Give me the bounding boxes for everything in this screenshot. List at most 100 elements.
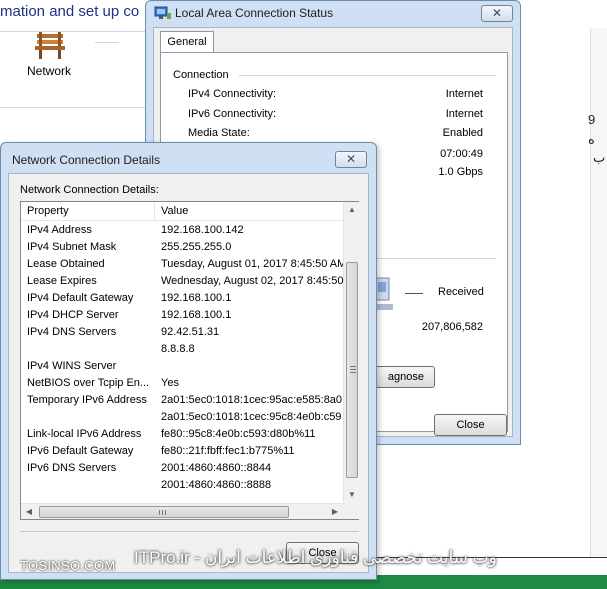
list-item[interactable]: NetBIOS over Tcpip En... Yes	[21, 375, 343, 392]
right-panel-edge	[590, 28, 607, 558]
column-header-value[interactable]: Value	[161, 205, 188, 217]
list-item[interactable]: IPv4 WINS Server	[21, 358, 343, 375]
details-caption: Network Connection Details:	[20, 184, 159, 196]
property-cell: Lease Expires	[27, 275, 97, 287]
grip-line	[159, 510, 160, 515]
list-item[interactable]: Temporary IPv6 Address 2a01:5ec0:1018:1ce…	[21, 392, 343, 409]
diagnose-button[interactable]: agnose	[367, 366, 435, 388]
grip-line	[350, 366, 356, 367]
heading-divider	[0, 31, 155, 32]
grip-line	[350, 369, 356, 370]
value-cell: Wednesday, August 02, 2017 8:45:50	[161, 275, 343, 287]
value-cell: 192.168.100.142	[161, 224, 244, 236]
list-item[interactable]: IPv4 DHCP Server 192.168.100.1	[21, 307, 343, 324]
close-icon: ✕	[345, 152, 357, 166]
duration-value: 07:00:49	[440, 148, 483, 160]
vertical-scrollbar[interactable]: ▲ ▼	[343, 202, 359, 503]
network-bench-icon[interactable]	[33, 30, 67, 60]
value-cell: 8.8.8.8	[161, 343, 195, 355]
value-cell: 255.255.255.0	[161, 241, 232, 253]
list-item[interactable]: IPv4 Subnet Mask 255.255.255.0	[21, 239, 343, 256]
scrollbar-corner	[343, 503, 359, 519]
watermark-itpro: ITPro.ir - وب سایت تخصصی فناوری اطلاعات …	[134, 548, 497, 567]
list-item[interactable]: IPv4 Default Gateway 192.168.100.1	[21, 290, 343, 307]
watermark-tosinso: TOSINSO.COM	[20, 558, 116, 573]
right-text-fragment-1: 9	[588, 112, 596, 127]
property-cell: Link-local IPv6 Address	[27, 428, 142, 440]
property-cell: Lease Obtained	[27, 258, 105, 270]
control-panel-heading: mation and set up co	[0, 3, 140, 20]
value-cell: 2001:4860:4860::8888	[161, 479, 272, 491]
ipv4-connectivity-value: Internet	[445, 88, 483, 100]
property-cell: NetBIOS over Tcpip En...	[27, 377, 150, 389]
property-cell: IPv4 DHCP Server	[27, 309, 119, 321]
status-close-button[interactable]: Close	[434, 414, 507, 436]
details-list-view[interactable]: Property Value IPv4 Address 192.168.100.1…	[20, 201, 359, 520]
value-cell: 192.168.100.1	[161, 309, 232, 321]
value-cell: fe80::95c8:4e0b:c593:d80b%11	[161, 428, 316, 440]
scroll-down-arrow-icon[interactable]: ▼	[344, 487, 360, 503]
details-close-x-button[interactable]: ✕	[335, 151, 367, 168]
ipv4-connectivity-key: IPv4 Connectivity:	[188, 88, 277, 100]
status-title-bar[interactable]: Local Area Connection Status ✕	[146, 1, 520, 27]
value-cell: fe80::21f:fbff:fec1:b775%11	[161, 445, 295, 457]
media-state-value: Enabled	[442, 127, 483, 139]
list-item[interactable]: IPv4 DNS Servers 92.42.51.31	[21, 324, 343, 341]
value-cell: Tuesday, August 01, 2017 8:45:50 AM	[161, 258, 343, 270]
ipv6-connectivity-key: IPv6 Connectivity:	[188, 108, 277, 120]
close-icon: ✕	[491, 6, 503, 20]
list-item[interactable]: Link-local IPv6 Address fe80::95c8:4e0b:c…	[21, 426, 343, 443]
vertical-scroll-thumb[interactable]	[346, 262, 358, 478]
network-connection-details-window: Network Connection Details ✕ Network Con…	[0, 142, 377, 580]
status-window-title: Local Area Connection Status	[175, 6, 334, 20]
section-divider	[0, 107, 150, 108]
media-state-key: Media State:	[188, 127, 250, 139]
list-item[interactable]: IPv6 Default Gateway fe80::21f:fbff:fec1:…	[21, 443, 343, 460]
list-header: Property Value	[21, 202, 343, 221]
scroll-left-arrow-icon[interactable]: ◀	[21, 504, 37, 520]
value-cell: 192.168.100.1	[161, 292, 232, 304]
property-cell: Temporary IPv6 Address	[27, 394, 147, 406]
value-cell: 2a01:5ec0:1018:1cec:95ac:e585:8a0	[161, 394, 343, 406]
list-item[interactable]: 2a01:5ec0:1018:1cec:95c8:4e0b:c59	[21, 409, 343, 426]
scroll-up-arrow-icon[interactable]: ▲	[344, 202, 360, 218]
property-cell: IPv4 Address	[27, 224, 92, 236]
tab-general[interactable]: General	[160, 31, 214, 53]
property-cell: IPv6 DNS Servers	[27, 462, 117, 474]
list-item[interactable]: IPv6 DNS Servers 2001:4860:4860::8844	[21, 460, 343, 477]
network-label[interactable]: Network	[27, 64, 71, 78]
grip-line	[165, 510, 166, 515]
activity-computer-icon	[375, 277, 393, 310]
details-window-title: Network Connection Details	[12, 153, 161, 167]
property-cell: IPv4 DNS Servers	[27, 326, 117, 338]
property-cell: IPv4 Default Gateway	[27, 292, 134, 304]
list-item[interactable]: 2001:4860:4860::8888	[21, 477, 343, 494]
property-cell: IPv6 Default Gateway	[27, 445, 134, 457]
connection-group-rule	[239, 75, 496, 76]
speed-value: 1.0 Gbps	[438, 166, 483, 178]
right-text-fragment-2: ه	[588, 132, 595, 147]
list-item[interactable]: Lease Obtained Tuesday, August 01, 2017 8…	[21, 256, 343, 273]
column-header-property[interactable]: Property	[27, 205, 69, 217]
list-item[interactable]: IPv4 Address 192.168.100.142	[21, 222, 343, 239]
grip-line	[350, 372, 356, 373]
details-footer-divider	[20, 531, 359, 532]
received-label: Received	[438, 286, 484, 298]
property-cell: IPv4 Subnet Mask	[27, 241, 117, 253]
status-close-x-button[interactable]: ✕	[481, 5, 513, 22]
scroll-right-arrow-icon[interactable]: ▶	[327, 504, 343, 520]
horizontal-scroll-thumb[interactable]	[39, 506, 289, 518]
network-adapter-icon	[154, 6, 171, 19]
list-item[interactable]: Lease Expires Wednesday, August 02, 2017 …	[21, 273, 343, 290]
received-dash	[405, 293, 423, 294]
value-cell: 2a01:5ec0:1018:1cec:95c8:4e0b:c59	[161, 411, 342, 423]
network-connector-line	[95, 42, 119, 43]
value-cell: Yes	[161, 377, 179, 389]
right-text-fragment-3: ب	[593, 150, 606, 165]
list-item[interactable]: 8.8.8.8	[21, 341, 343, 358]
details-window-body: Network Connection Details: Property Val…	[8, 173, 369, 573]
column-separator[interactable]	[154, 202, 155, 221]
property-cell: IPv4 WINS Server	[27, 360, 117, 372]
horizontal-scrollbar[interactable]: ◀ ▶	[21, 503, 343, 519]
ipv6-connectivity-value: Internet	[445, 108, 483, 120]
